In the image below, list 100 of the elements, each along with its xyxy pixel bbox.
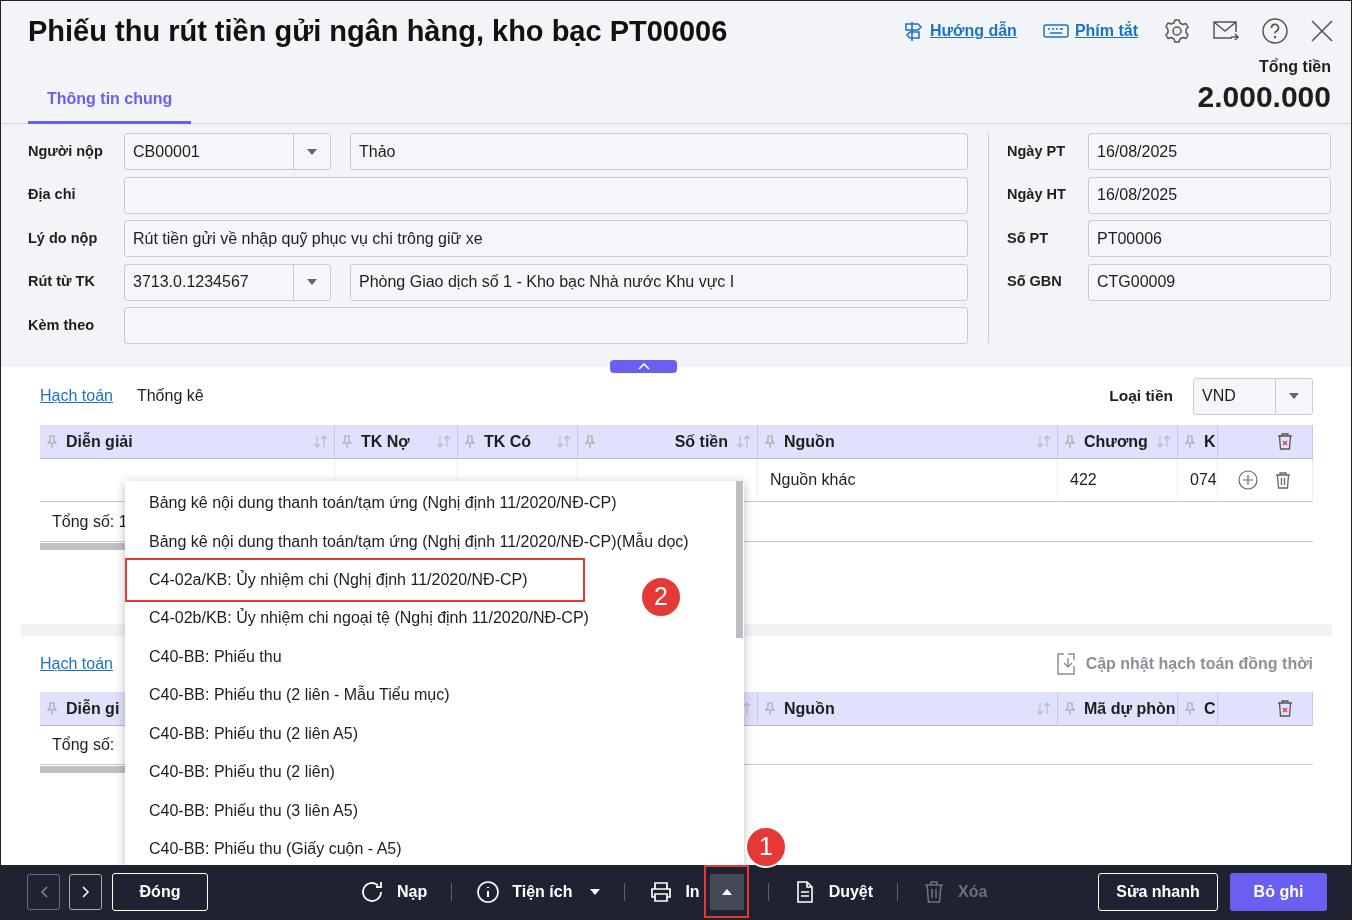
menu-item[interactable]: C40-BB: Phiếu thu (2 liên A5) [125, 714, 368, 753]
field-label: Ngày HT [1007, 185, 1067, 205]
previous-button[interactable] [27, 874, 60, 910]
guide-link[interactable]: Hướng dẫn [901, 19, 1017, 43]
delete-all-icon[interactable] [1276, 699, 1294, 718]
settings-icon[interactable] [1164, 18, 1190, 44]
menu-item[interactable]: C40-BB: Phiếu thu (3 liên A5) [125, 791, 368, 830]
text-field[interactable]: Phòng Giao dịch số 1 - Kho bạc Nhà nước Khu vực I [350, 263, 968, 301]
quick-edit-button[interactable]: Sửa nhanh [1098, 873, 1218, 911]
save-button[interactable]: Bỏ ghi [1230, 873, 1327, 911]
menu-item[interactable]: C40-BB: Phiếu thu (Giấy cuộn - A5) [125, 830, 412, 867]
caret-icon[interactable] [306, 278, 318, 286]
close-button[interactable]: Đóng [112, 873, 208, 911]
window-title: Phiếu thu rút tiền gửi ngân hàng, kho bạc PT00006 [28, 13, 728, 49]
pin-icon[interactable] [1184, 701, 1196, 716]
sort-icon[interactable] [313, 435, 328, 448]
menu-item[interactable]: C40-BB: Phiếu thu (2 liên) [125, 753, 345, 792]
menu-toggle-button[interactable] [709, 874, 744, 910]
sort-icon[interactable] [736, 435, 751, 448]
pin-icon[interactable] [764, 434, 776, 449]
column-header: Chương [1084, 431, 1148, 452]
row-count: Tổng số: [52, 735, 115, 755]
column-header: Mã dự phòn [1084, 698, 1176, 719]
pin-icon[interactable] [1064, 701, 1076, 716]
collapse-button[interactable] [610, 360, 677, 373]
caret-icon[interactable] [306, 147, 318, 156]
pin-icon[interactable] [464, 434, 476, 449]
reload-icon [361, 880, 385, 904]
download-icon [1055, 652, 1076, 676]
field-label: Rút từ TK [28, 272, 96, 292]
tab[interactable]: Hạch toán [40, 652, 113, 676]
caret-icon [590, 889, 601, 895]
help-icon[interactable] [1262, 18, 1288, 44]
menu-item[interactable]: Bảng kê nội dung thanh toán/tạm ứng (Nghị định 11/2020/NĐ-CP)(Mẫu dọc) [125, 522, 699, 561]
tab[interactable]: Thống kê [136, 384, 204, 408]
pin-icon[interactable] [1064, 434, 1076, 449]
menu-item[interactable]: C4-02a/KB: Ủy nhiệm chi (Nghị định 11/2020/NĐ-CP) [125, 558, 585, 602]
text-field[interactable]: 16/08/2025 [1088, 133, 1331, 170]
add-icon[interactable] [1238, 470, 1258, 490]
utility-button[interactable]: Tiện ích [476, 880, 601, 904]
chevron-left-icon [39, 886, 48, 898]
step-badge: 1 [745, 826, 787, 868]
pin-icon[interactable] [764, 701, 776, 716]
caret-icon[interactable] [1288, 392, 1300, 400]
field-label: Số PT [1007, 228, 1050, 248]
combo-field[interactable]: CB00001 [124, 133, 331, 170]
info-icon [476, 880, 501, 904]
table-cell: Nguồn khác [758, 459, 1058, 502]
text-field[interactable] [124, 176, 968, 214]
tab[interactable]: Hạch toán [40, 384, 113, 408]
field-label: Kèm theo [28, 315, 96, 335]
pin-icon[interactable] [341, 434, 353, 449]
text-field[interactable]: PT00006 [1088, 220, 1331, 257]
close-icon[interactable] [1310, 19, 1334, 43]
sort-icon[interactable] [1036, 702, 1051, 715]
print-button[interactable]: In [649, 880, 700, 904]
keyboard-icon [1042, 22, 1069, 40]
text-field[interactable]: 16/08/2025 [1088, 176, 1331, 214]
scrollbar[interactable] [736, 481, 743, 638]
menu-item[interactable]: Bảng kê nội dung thanh toán/tạm ứng (Nghị định 11/2020/NĐ-CP) [125, 484, 627, 523]
next-button[interactable] [69, 874, 102, 910]
column-header: TK Có [484, 431, 533, 452]
pin-icon[interactable] [1184, 434, 1196, 449]
caret-up-icon [721, 889, 732, 895]
highlight-frame [704, 865, 749, 918]
pin-icon[interactable] [584, 434, 596, 449]
column-header: Diễn gi [66, 698, 121, 719]
mail-icon[interactable] [1212, 19, 1240, 43]
pin-icon[interactable] [46, 434, 58, 449]
delete-all-icon[interactable] [1276, 432, 1294, 451]
chevron-up-icon [637, 363, 650, 370]
menu-item[interactable]: C4-02b/KB: Ủy nhiệm chi ngoại tệ (Nghị định 11/2020/NĐ-CP) [125, 599, 599, 638]
total-label: Tổng tiền [1258, 57, 1331, 77]
sort-icon[interactable] [1036, 435, 1051, 448]
sort-icon[interactable] [1156, 435, 1171, 448]
currency-select[interactable]: VND [1193, 377, 1313, 415]
tab[interactable]: Thông tin chung [28, 61, 192, 124]
menu-item[interactable]: C40-BB: Phiếu thu (2 liên - Mẫu Tiểu mục) [125, 676, 460, 715]
reload-button[interactable]: Nạp [361, 880, 428, 904]
column-header: C [1204, 698, 1216, 719]
sort-icon[interactable] [556, 435, 571, 448]
column-header: TK Nợ [361, 431, 411, 452]
field-label: Địa chỉ [28, 185, 77, 205]
sort-icon[interactable] [436, 435, 451, 448]
printer-icon [649, 880, 674, 904]
combo-field[interactable]: 3713.0.1234567 [124, 263, 331, 301]
delete-icon[interactable] [1274, 470, 1292, 490]
text-field[interactable]: CTG00009 [1088, 263, 1331, 301]
chevron-right-icon [81, 886, 90, 898]
menu-item[interactable]: C40-BB: Phiếu thu [125, 637, 292, 676]
shortcut-link[interactable]: Phím tắt [1042, 19, 1138, 43]
column-header: Diễn giải [66, 431, 134, 452]
text-field[interactable]: Thảo [350, 133, 968, 170]
field-label: Số GBN [1007, 272, 1063, 292]
field-label: Loại tiền [1109, 386, 1173, 407]
total-amount: 2.000.000 [1197, 79, 1331, 115]
pin-icon[interactable] [46, 701, 58, 716]
approve-button[interactable]: Duyệt [792, 880, 874, 904]
text-field[interactable] [124, 307, 968, 344]
text-field[interactable]: Rút tiền gửi về nhập quỹ phục vụ chi trông giữ xe [124, 220, 968, 257]
